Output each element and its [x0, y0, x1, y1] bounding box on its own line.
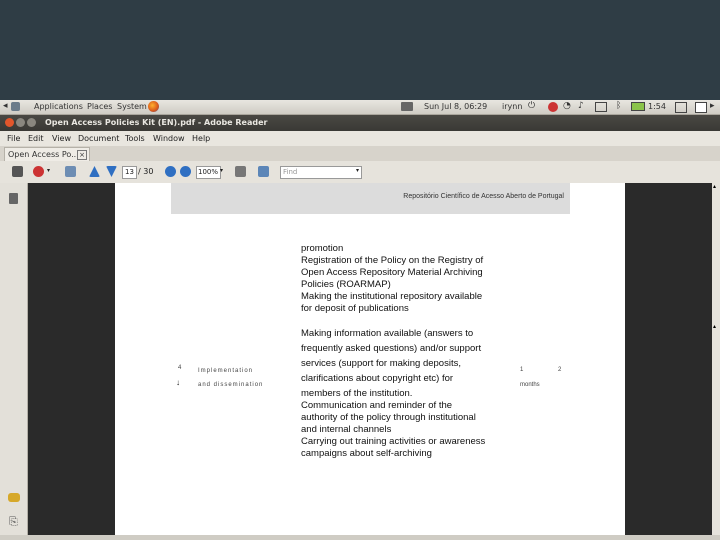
- doc-line: services (support for making deposits,: [301, 358, 461, 369]
- applications-menu[interactable]: Applications: [34, 102, 83, 111]
- show-desktop-icon[interactable]: [675, 102, 687, 113]
- display-icon[interactable]: [595, 102, 607, 112]
- menu-view[interactable]: View: [52, 134, 71, 143]
- bottom-panel: [0, 535, 720, 540]
- comments-icon[interactable]: [8, 493, 20, 502]
- row-number: 4: [178, 365, 182, 371]
- tab-label: Open Access Po...: [8, 150, 79, 159]
- row-value: 2: [558, 367, 562, 373]
- toolbar: ▾ 13 / 30 100% ▾ Find ▾: [0, 161, 720, 184]
- doc-line: clarifications about copyright etc) for: [301, 373, 454, 384]
- share-dropdown-icon[interactable]: ▾: [47, 167, 50, 174]
- wifi-icon[interactable]: ◔: [563, 101, 571, 111]
- next-page-icon[interactable]: [106, 166, 117, 177]
- doc-line: promotion: [301, 243, 344, 254]
- doc-line: for deposit of publications: [301, 303, 409, 314]
- select-tool-icon[interactable]: [65, 166, 76, 177]
- panel-arrow-icon[interactable]: ◂: [3, 101, 8, 111]
- maximize-icon[interactable]: [27, 118, 36, 127]
- zoom-dropdown-icon[interactable]: ▾: [220, 167, 223, 174]
- doc-line: Communication and reminder of the: [301, 400, 453, 411]
- clock[interactable]: Sun Jul 8, 06:29: [424, 102, 487, 111]
- tab-document[interactable]: Open Access Po... ×: [4, 147, 90, 161]
- menu-document[interactable]: Document: [78, 134, 119, 143]
- doc-line: Carrying out training activities or awar…: [301, 436, 486, 447]
- doc-line: Policies (ROARMAP): [301, 279, 391, 290]
- arrow-down-icon: ↓: [176, 378, 180, 387]
- page-number-input[interactable]: 13: [122, 166, 137, 179]
- row-value: 1: [520, 367, 524, 373]
- find-dropdown-icon[interactable]: ▾: [356, 167, 359, 174]
- attachments-icon[interactable]: ⎘: [9, 515, 18, 529]
- find-input[interactable]: Find: [280, 166, 362, 179]
- doc-line: frequently asked questions) and/or suppo…: [301, 343, 482, 354]
- minimize-icon[interactable]: [16, 118, 25, 127]
- places-menu[interactable]: Places: [87, 102, 112, 111]
- header-text: Repositório Científico de Acesso Aberto …: [403, 193, 564, 200]
- page-header: Repositório Científico de Acesso Aberto …: [171, 183, 570, 214]
- workspace-icon[interactable]: [695, 102, 707, 113]
- pages-icon[interactable]: [9, 193, 18, 204]
- window-titlebar: Open Access Policies Kit (EN).pdf - Adob…: [0, 115, 720, 131]
- doc-line: campaigns about self-archiving: [301, 448, 432, 459]
- menu-help[interactable]: Help: [192, 134, 210, 143]
- menu-window[interactable]: Window: [153, 134, 185, 143]
- menu-edit[interactable]: Edit: [28, 134, 44, 143]
- row-label: Implementation: [198, 368, 254, 374]
- zoom-in-icon[interactable]: [180, 166, 191, 177]
- navigation-pane: ⎘: [0, 183, 28, 540]
- gnome-logo-icon: [11, 102, 20, 111]
- doc-line: Making the institutional repository avai…: [301, 291, 483, 302]
- window-title: Open Access Policies Kit (EN).pdf - Adob…: [45, 118, 268, 127]
- battery-time: 1:54: [648, 102, 666, 111]
- scroll-thumb-icon[interactable]: ▴: [713, 323, 716, 330]
- bluetooth-icon[interactable]: ᛒ: [616, 101, 621, 111]
- fit-width-icon[interactable]: [258, 166, 269, 177]
- doc-line: Making information available (answers to: [301, 328, 474, 339]
- page-total: / 30: [138, 167, 154, 176]
- scroll-up-icon[interactable]: ▴: [713, 183, 716, 190]
- menu-bar: File Edit View Document Tools Window Hel…: [0, 131, 720, 147]
- zoom-select[interactable]: 100%: [196, 166, 221, 179]
- doc-line: authority of the policy through institut…: [301, 412, 476, 423]
- power-icon[interactable]: ⏻: [528, 101, 535, 111]
- panel-arrow-right-icon[interactable]: ▸: [710, 101, 715, 111]
- close-icon[interactable]: [5, 118, 14, 127]
- volume-icon[interactable]: ♪: [578, 101, 584, 111]
- print-icon[interactable]: [12, 166, 23, 177]
- menu-file[interactable]: File: [7, 134, 20, 143]
- alert-icon[interactable]: [548, 102, 558, 112]
- row-value: months: [520, 382, 540, 388]
- tab-bar: [0, 146, 720, 162]
- zoom-out-icon[interactable]: [165, 166, 176, 177]
- username[interactable]: irynn: [502, 102, 522, 111]
- row-label: and dissemination: [198, 382, 264, 388]
- menu-tools[interactable]: Tools: [125, 134, 145, 143]
- fit-page-icon[interactable]: [235, 166, 246, 177]
- mail-icon[interactable]: [401, 102, 413, 111]
- firefox-icon[interactable]: [148, 101, 159, 112]
- doc-line: Open Access Repository Material Archivin…: [301, 267, 483, 278]
- doc-line: Registration of the Policy on the Regist…: [301, 255, 484, 266]
- tab-close-icon[interactable]: ×: [77, 150, 87, 160]
- doc-line: and internal channels: [301, 424, 392, 435]
- system-menu[interactable]: System: [117, 102, 147, 111]
- desktop-background: [0, 0, 720, 100]
- vertical-scrollbar[interactable]: ▴ ▴: [712, 183, 720, 540]
- system-panel: ◂ Applications Places System Sun Jul 8, …: [0, 100, 720, 115]
- share-icon[interactable]: [33, 166, 44, 177]
- battery-icon[interactable]: [631, 102, 645, 111]
- previous-page-icon[interactable]: [89, 166, 100, 177]
- doc-line: members of the institution.: [301, 388, 413, 399]
